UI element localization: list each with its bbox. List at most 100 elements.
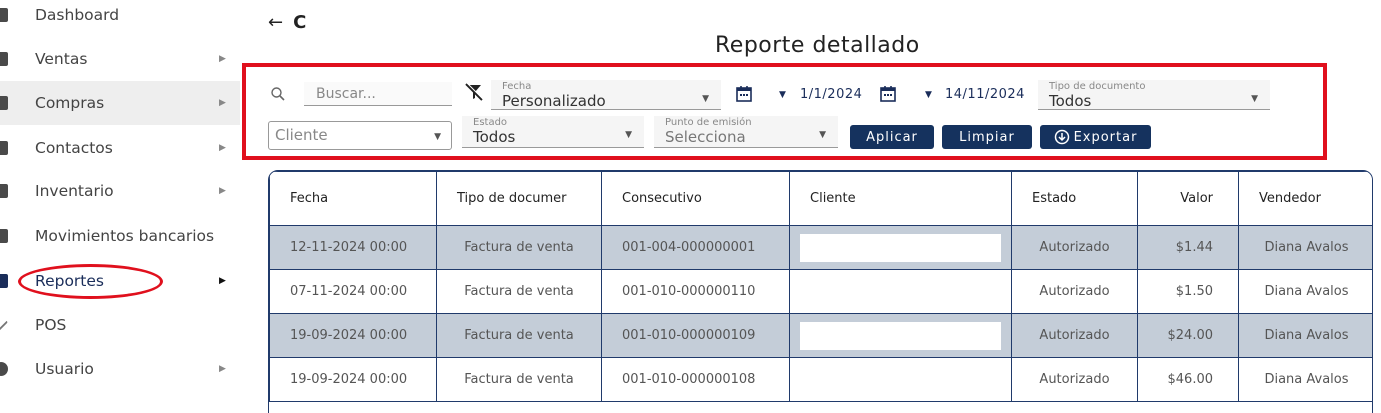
sidebar-item-contactos[interactable]: Contactos ▶: [0, 126, 240, 170]
cell-valor: $46.00: [1137, 357, 1239, 402]
table-row[interactable]: 19-09-2024 00:00 Factura de venta 001-01…: [269, 313, 1372, 358]
table-row[interactable]: 07-11-2024 00:00 Factura de venta 001-01…: [269, 269, 1372, 314]
cell-vendedor: Diana Avalos: [1238, 313, 1372, 358]
sidebar-item-label: Movimientos bancarios: [35, 227, 215, 245]
caret-down-icon: ▼: [819, 130, 826, 140]
sidebar-item-movimientos-bancarios[interactable]: Movimientos bancarios: [0, 214, 240, 258]
chevron-right-icon: ▶: [219, 54, 226, 64]
col-header-consecutivo[interactable]: Consecutivo: [601, 171, 790, 226]
sidebar-item-pos[interactable]: POS: [0, 303, 240, 347]
sidebar-item-ventas[interactable]: Ventas ▶: [0, 37, 240, 81]
end-date[interactable]: 14/11/2024: [945, 87, 1025, 102]
sidebar-item-inventario[interactable]: Inventario ▶: [0, 169, 240, 213]
cell-estado: Autorizado: [1011, 269, 1138, 314]
col-header-fecha[interactable]: Fecha: [269, 171, 437, 226]
sidebar-item-label: Dashboard: [35, 6, 120, 24]
redacted-client-box: [800, 365, 1001, 394]
punto-emision-label: Punto de emisión: [665, 117, 752, 128]
table-row[interactable]: 12-11-2024 00:00 Factura de venta 001-00…: [269, 225, 1372, 270]
search-input[interactable]: [304, 82, 452, 106]
chevron-right-icon: ▶: [219, 143, 226, 153]
sidebar-item-label: POS: [35, 316, 67, 334]
reports-icon: [0, 274, 8, 288]
bank-icon: [0, 229, 8, 243]
filter-off-icon[interactable]: [464, 82, 484, 102]
col-header-cliente[interactable]: Cliente: [789, 171, 1012, 226]
caret-down-icon[interactable]: ▼: [779, 90, 786, 100]
cell-valor: $24.00: [1137, 313, 1239, 358]
cell-tipo-documento: Factura de venta: [436, 269, 602, 314]
cell-fecha: 19-09-2024 00:00: [269, 313, 437, 358]
inventory-icon: [0, 184, 8, 198]
sidebar-item-dashboard[interactable]: Dashboard: [0, 0, 240, 37]
tipo-documento-value: Todos: [1049, 92, 1092, 110]
dashboard-icon: [0, 8, 8, 22]
cell-valor: $1.50: [1137, 269, 1239, 314]
cell-consecutivo: 001-010-000000108: [601, 357, 790, 402]
start-date[interactable]: 1/1/2024: [800, 87, 862, 102]
cell-fecha: 12-11-2024 00:00: [269, 225, 437, 270]
calendar-icon[interactable]: [736, 85, 752, 102]
cliente-select[interactable]: Cliente ▼: [268, 121, 452, 150]
sidebar: Dashboard Ventas ▶ Compras ▶ Contactos ▶…: [0, 0, 240, 413]
col-header-vendedor[interactable]: Vendedor: [1238, 171, 1372, 226]
arrow-left-icon[interactable]: ←: [268, 12, 283, 33]
col-header-estado[interactable]: Estado: [1011, 171, 1138, 226]
cell-vendedor: Diana Avalos: [1238, 269, 1372, 314]
apply-label: Aplicar: [866, 129, 918, 145]
export-button[interactable]: Exportar: [1040, 125, 1151, 149]
export-label: Exportar: [1073, 129, 1138, 145]
caret-down-icon: ▼: [702, 94, 709, 104]
punto-emision-value: Selecciona: [665, 128, 746, 146]
clear-label: Limpiar: [959, 129, 1015, 145]
sidebar-item-label: Inventario: [35, 182, 114, 200]
user-icon: [0, 362, 8, 376]
fecha-select[interactable]: Fecha Personalizado ▼: [491, 80, 721, 110]
cell-tipo-documento: Factura de venta: [436, 313, 602, 358]
search-icon: [271, 87, 285, 101]
clear-button[interactable]: Limpiar: [942, 125, 1032, 149]
chevron-right-icon: ▶: [219, 98, 226, 108]
tipo-documento-select[interactable]: Tipo de documento Todos ▼: [1038, 80, 1270, 110]
chevron-right-icon: ▶: [219, 276, 226, 286]
cell-consecutivo: 001-010-000000110: [601, 269, 790, 314]
cell-valor: $1.44: [1137, 225, 1239, 270]
redacted-client-box: [800, 233, 1001, 262]
sidebar-item-label: Usuario: [35, 360, 94, 378]
table-header-row: Fecha Tipo de documer Consecutivo Client…: [269, 171, 1372, 226]
punto-emision-select[interactable]: Punto de emisión Selecciona ▼: [654, 116, 838, 148]
cell-consecutivo: 001-010-000000109: [601, 313, 790, 358]
sidebar-item-usuario[interactable]: Usuario ▶: [0, 347, 240, 391]
cell-cliente: [789, 225, 1012, 270]
purchases-icon: [0, 96, 8, 110]
cell-consecutivo: 001-004-000000001: [601, 225, 790, 270]
download-icon: [1054, 129, 1069, 145]
cell-vendedor: Diana Avalos: [1238, 357, 1372, 402]
cell-cliente: [789, 313, 1012, 358]
apply-button[interactable]: Aplicar: [850, 125, 934, 149]
estado-label: Estado: [473, 117, 508, 128]
tipo-documento-label: Tipo de documento: [1049, 81, 1146, 92]
caret-down-icon: ▼: [625, 130, 632, 140]
fecha-value: Personalizado: [502, 92, 606, 110]
caret-down-icon: ▼: [1251, 94, 1258, 104]
pos-icon: [0, 317, 9, 333]
estado-select[interactable]: Estado Todos ▼: [462, 116, 644, 148]
col-header-tipo-documento[interactable]: Tipo de documer: [436, 171, 602, 226]
refresh-icon[interactable]: C: [293, 12, 306, 33]
cell-vendedor: Diana Avalos: [1238, 225, 1372, 270]
calendar-icon[interactable]: [880, 85, 896, 102]
cell-tipo-documento: Factura de venta: [436, 357, 602, 402]
sidebar-item-label: Compras: [35, 94, 105, 112]
fecha-label: Fecha: [502, 81, 532, 92]
cell-cliente: [789, 269, 1012, 314]
table-row[interactable]: 19-09-2024 00:00 Factura de venta 001-01…: [269, 357, 1372, 402]
sidebar-item-label: Contactos: [35, 139, 113, 157]
caret-down-icon[interactable]: ▼: [925, 90, 932, 100]
col-header-valor[interactable]: Valor: [1137, 171, 1239, 226]
cell-estado: Autorizado: [1011, 225, 1138, 270]
sales-icon: [0, 52, 8, 66]
cell-cliente: [789, 357, 1012, 402]
page-title: Reporte detallado: [715, 33, 920, 58]
sidebar-item-compras[interactable]: Compras ▶: [0, 81, 240, 125]
